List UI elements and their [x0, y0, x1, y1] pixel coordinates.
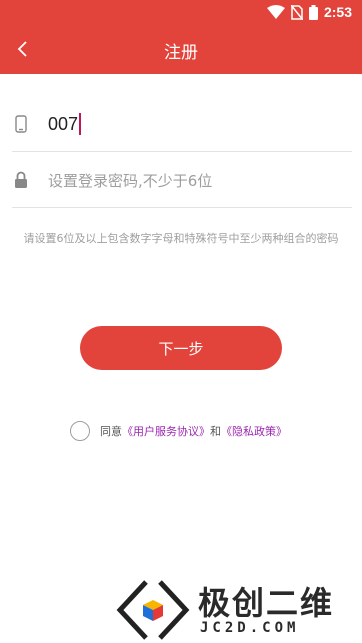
next-step-button[interactable]: 下一步 — [80, 326, 282, 370]
phone-input[interactable]: 007 — [48, 111, 82, 137]
status-bar: 2:53 — [0, 0, 362, 24]
privacy-policy-link[interactable]: 《隐私政策》 — [221, 423, 287, 439]
text-cursor — [79, 113, 82, 135]
phone-field[interactable]: 007 — [12, 96, 352, 152]
watermark-logo — [116, 580, 190, 640]
phone-icon — [12, 114, 30, 134]
password-input[interactable]: 设置登录密码,不少于6位 — [48, 170, 212, 191]
battery-icon — [308, 4, 318, 20]
page-title: 注册 — [164, 43, 198, 63]
agreement-row: 同意 《用户服务协议》 和 《隐私政策》 — [70, 420, 287, 442]
password-field[interactable]: 设置登录密码,不少于6位 — [12, 152, 352, 208]
watermark: 极创二维 JC2D.COM — [116, 578, 360, 640]
agree-and: 和 — [210, 425, 221, 438]
user-agreement-link[interactable]: 《用户服务协议》 — [122, 423, 210, 439]
agree-checkbox[interactable] — [70, 421, 90, 441]
watermark-cn: 极创二维 — [198, 584, 335, 622]
password-hint: 请设置6位及以上包含数字字母和特殊符号中至少两种组合的密码 — [23, 232, 339, 245]
agree-prefix: 同意 — [100, 425, 122, 438]
no-sim-icon — [290, 4, 303, 20]
title-bar: 注册 — [0, 24, 362, 74]
phone-value: 007 — [48, 113, 79, 134]
wifi-icon — [266, 5, 285, 19]
watermark-en: JC2D.COM — [200, 620, 300, 636]
clock: 2:53 — [323, 4, 352, 20]
lock-icon — [12, 170, 30, 190]
